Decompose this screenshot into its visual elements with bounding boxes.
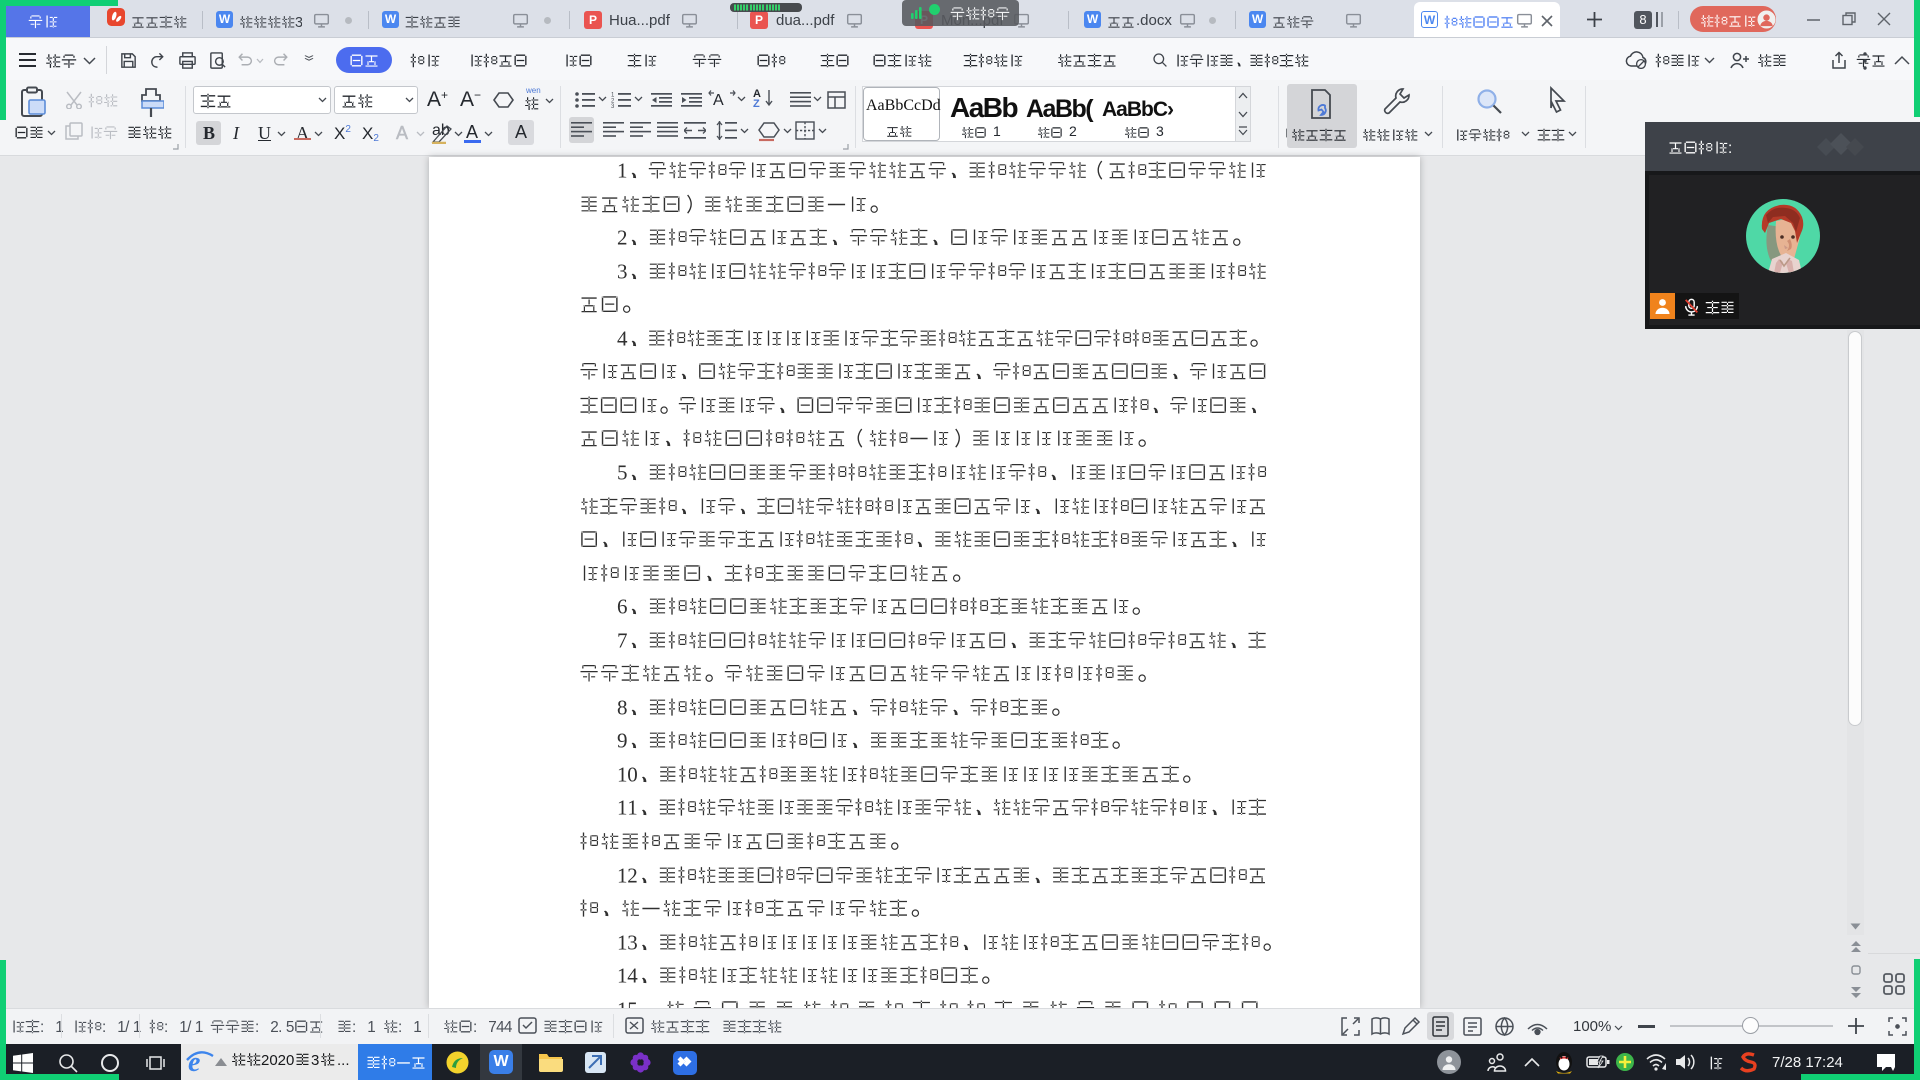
svg-text:1: 1 [617, 764, 628, 785]
svg-text::: : [255, 1019, 259, 1034]
svg-text:.: . [278, 1019, 282, 1034]
svg-text::: : [352, 1019, 356, 1034]
svg-text::: : [398, 1019, 402, 1034]
svg-text::: : [40, 1019, 44, 1034]
svg-text:3: 3 [611, 104, 615, 108]
svg-text:4: 4 [504, 1019, 512, 1034]
svg-text:1: 1 [195, 1019, 203, 1034]
svg-text:/: / [187, 1019, 192, 1034]
svg-text:0: 0 [627, 764, 638, 785]
svg-text:7: 7 [617, 630, 628, 651]
svg-text:9: 9 [617, 730, 628, 751]
svg-text:3: 3 [627, 932, 638, 953]
svg-text:1: 1 [617, 865, 628, 886]
svg-text:4: 4 [627, 965, 638, 986]
svg-text:3: 3 [617, 261, 628, 282]
svg-text:5: 5 [286, 1019, 295, 1034]
svg-text:6: 6 [617, 596, 628, 617]
svg-text:1: 1 [367, 1019, 375, 1034]
svg-text:8: 8 [617, 697, 628, 718]
svg-text:/: / [125, 1019, 130, 1034]
svg-text:5: 5 [617, 462, 628, 483]
svg-text:1: 1 [617, 160, 628, 181]
svg-text:4: 4 [617, 328, 628, 349]
svg-text:1: 1 [413, 1019, 421, 1034]
svg-text:1: 1 [617, 965, 628, 986]
svg-text:1: 1 [627, 797, 638, 818]
svg-text:2: 2 [627, 865, 638, 886]
svg-text::: : [164, 1019, 168, 1034]
svg-text:3: 3 [295, 15, 302, 29]
svg-text:2: 2 [617, 227, 628, 248]
svg-text:1: 1 [617, 797, 628, 818]
svg-text::: : [1728, 140, 1732, 155]
svg-text:1: 1 [617, 932, 628, 953]
svg-text::: : [102, 1019, 106, 1034]
svg-text::: : [473, 1019, 477, 1034]
